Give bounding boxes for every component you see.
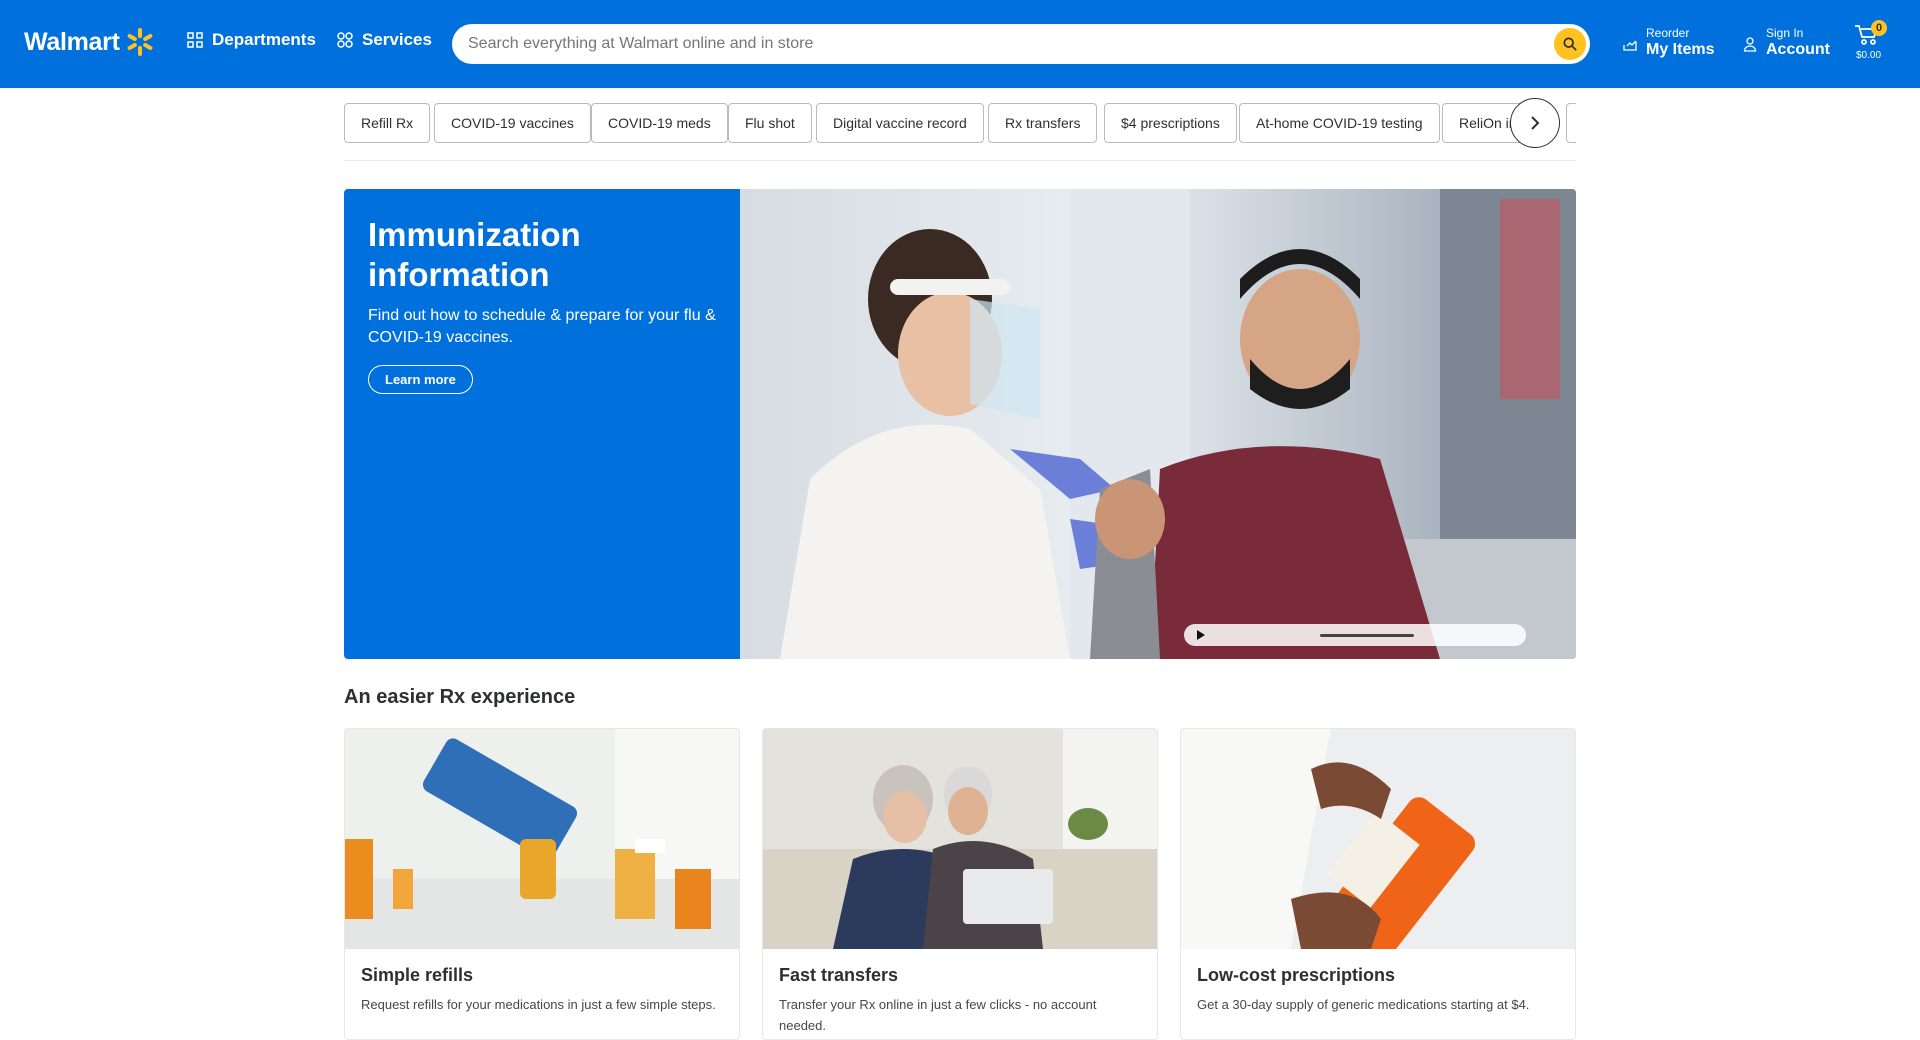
divider	[344, 160, 1576, 161]
couple-laptop-image	[763, 729, 1157, 949]
pill-covid-meds[interactable]: COVID-19 meds	[591, 103, 728, 143]
chevron-right-icon	[1531, 116, 1540, 130]
hero-title: Immunization information	[368, 216, 581, 293]
card-fast-transfers[interactable]: Fast transfers Transfer your Rx online i…	[762, 728, 1158, 1040]
cart-count-badge: 0	[1871, 20, 1887, 36]
reorder-small-label: Reorder	[1646, 26, 1690, 40]
hero-banner: Immunization information Find out how to…	[344, 189, 1576, 659]
account-big-label: Account	[1766, 41, 1830, 58]
site-header: Walmart Departments Services Search ever…	[0, 0, 1920, 88]
cart-total: $0.00	[1856, 50, 1882, 61]
video-progress-bar[interactable]	[1320, 634, 1414, 637]
card-image-prescriptions	[1181, 729, 1575, 949]
pharmacy-refill-image	[345, 729, 739, 949]
account-signin[interactable]: Sign In Account	[1742, 26, 1830, 60]
learn-more-button[interactable]: Learn more	[368, 365, 473, 394]
section-title: An easier Rx experience	[344, 686, 576, 708]
pills-next-button[interactable]	[1510, 98, 1560, 148]
card-title: Low-cost prescriptions	[1197, 965, 1396, 985]
spark-icon	[127, 28, 153, 56]
user-icon	[1743, 37, 1757, 52]
search-bar	[452, 24, 1590, 64]
logo-text: Walmart	[24, 27, 120, 56]
card-description: Request refills for your medications in …	[361, 997, 716, 1012]
services-label: Services	[362, 30, 432, 49]
reorder-icon	[1623, 40, 1637, 51]
pill-flu-shot[interactable]: Flu shot	[728, 103, 812, 143]
vaccination-video[interactable]	[740, 189, 1576, 659]
walmart-logo[interactable]: Walmart	[24, 26, 156, 58]
pill-digital-vaccine-record[interactable]: Digital vaccine record	[816, 103, 984, 143]
pill-4-dollar-prescriptions[interactable]: $4 prescriptions	[1104, 103, 1237, 143]
play-icon[interactable]	[1196, 630, 1206, 640]
grid-icon	[187, 32, 203, 48]
signin-small-label: Sign In	[1766, 26, 1804, 40]
service-pills: Refill Rx COVID-19 vaccines COVID-19 med…	[344, 103, 1576, 145]
pill-refill-rx[interactable]: Refill Rx	[344, 103, 431, 143]
search-button[interactable]	[1554, 28, 1586, 60]
reorder-big-label: My Items	[1646, 41, 1715, 58]
reorder-my-items[interactable]: Reorder My Items	[1622, 26, 1714, 60]
departments-button[interactable]: Departments	[187, 30, 316, 50]
card-title: Simple refills	[361, 965, 474, 985]
services-button[interactable]: Services	[337, 30, 432, 50]
card-title: Fast transfers	[779, 965, 899, 985]
card-simple-refills[interactable]: Simple refills Request refills for your …	[344, 728, 740, 1040]
card-description: Get a 30-day supply of generic medicatio…	[1197, 997, 1530, 1012]
card-description: Transfer your Rx online in just a few cl…	[779, 997, 1097, 1033]
pill-covid-vaccines[interactable]: COVID-19 vaccines	[434, 103, 591, 143]
cart-button[interactable]: 0 $0.00	[1854, 20, 1887, 64]
pill-rx-transfers[interactable]: Rx transfers	[988, 103, 1098, 143]
pill-home-covid-testing[interactable]: At-home COVID-19 testing	[1239, 103, 1440, 143]
search-icon	[1563, 37, 1577, 51]
card-image-transfers	[763, 729, 1157, 949]
hero-text-panel: Immunization information Find out how to…	[344, 189, 740, 659]
card-low-cost-prescriptions[interactable]: Low-cost prescriptions Get a 30-day supp…	[1180, 728, 1576, 1040]
services-icon	[337, 32, 353, 48]
video-controls	[1184, 624, 1526, 646]
card-image-refills	[345, 729, 739, 949]
hero-subtitle: Find out how to schedule & prepare for y…	[368, 307, 716, 346]
pill-bottle-image	[1181, 729, 1575, 949]
departments-label: Departments	[212, 30, 316, 49]
pill-partial[interactable]	[1566, 103, 1576, 143]
search-input[interactable]	[452, 24, 1554, 64]
vaccination-scene-image	[740, 189, 1576, 659]
